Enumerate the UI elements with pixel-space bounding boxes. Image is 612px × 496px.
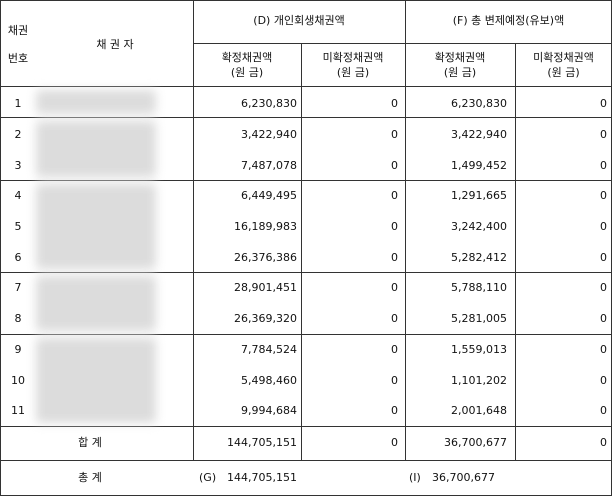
row-d-confirmed: 6,230,830 (241, 97, 297, 110)
row-f-confirmed: 1,101,202 (451, 374, 507, 387)
row-number: 11 (11, 404, 25, 417)
sum-top-line (0, 426, 612, 427)
total-label: 총 계 (78, 471, 102, 484)
row-number: 9 (14, 343, 22, 356)
header-group-f: (F) 총 변제예정(유보)액 (452, 14, 565, 27)
row-number: 7 (14, 281, 22, 294)
row-f-confirmed: 3,242,400 (451, 220, 507, 233)
row-f-unconfirmed: 0 (600, 189, 607, 202)
row-f-unconfirmed: 0 (600, 220, 607, 233)
sum-f-confirmed: 36,700,677 (444, 436, 507, 449)
row-f-confirmed: 2,001,648 (451, 404, 507, 417)
row-f-unconfirmed: 0 (600, 251, 607, 264)
header-no-line1: 채권 (7, 24, 29, 37)
redacted-creditor-name (36, 338, 156, 423)
row-d-unconfirmed: 0 (391, 97, 398, 110)
row-d-unconfirmed: 0 (391, 281, 398, 294)
redacted-creditor-name (36, 90, 156, 114)
row-d-unconfirmed: 0 (391, 128, 398, 141)
group-divider (0, 117, 612, 118)
row-f-confirmed: 5,282,412 (451, 251, 507, 264)
header-d-confirmed: 확정채권액 (221, 51, 273, 64)
total-top-line (0, 460, 612, 461)
row-number: 3 (14, 159, 22, 172)
row-d-confirmed: 28,901,451 (234, 281, 297, 294)
row-f-unconfirmed: 0 (600, 97, 607, 110)
header-bottom-line (0, 86, 612, 87)
row-d-unconfirmed: 0 (391, 189, 398, 202)
row-d-confirmed: 16,189,983 (234, 220, 297, 233)
group-divider (0, 272, 612, 273)
row-f-confirmed: 6,230,830 (451, 97, 507, 110)
row-d-unconfirmed: 0 (391, 404, 398, 417)
row-d-confirmed: 6,449,495 (241, 189, 297, 202)
header-group-d: (D) 개인회생채권액 (253, 14, 345, 27)
redacted-creditor-name (36, 121, 156, 177)
row-d-confirmed: 7,784,524 (241, 343, 297, 356)
header-creditor: 채 권 자 (96, 38, 134, 51)
row-d-unconfirmed: 0 (391, 343, 398, 356)
row-f-unconfirmed: 0 (600, 374, 607, 387)
row-d-unconfirmed: 0 (391, 220, 398, 233)
sum-d-unconfirmed: 0 (391, 436, 398, 449)
row-f-confirmed: 5,788,110 (451, 281, 507, 294)
creditor-table: 채권 번호 채 권 자 (D) 개인회생채권액 (F) 총 변제예정(유보)액 … (0, 0, 612, 496)
row-f-confirmed: 5,281,005 (451, 312, 507, 325)
row-f-unconfirmed: 0 (600, 312, 607, 325)
row-f-confirmed: 1,291,665 (451, 189, 507, 202)
row-number: 2 (14, 128, 22, 141)
row-d-confirmed: 26,376,386 (234, 251, 297, 264)
row-f-unconfirmed: 0 (600, 159, 607, 172)
row-d-confirmed: 26,369,320 (234, 312, 297, 325)
header-d-unconfirmed-principal: (원 금) (336, 66, 370, 79)
sum-f-unconfirmed: 0 (600, 436, 607, 449)
row-f-confirmed: 1,499,452 (451, 159, 507, 172)
row-number: 10 (11, 374, 25, 387)
header-f-confirmed-principal: (원 금) (443, 66, 477, 79)
row-number: 8 (14, 312, 22, 325)
sum-label: 합 계 (78, 436, 102, 449)
row-d-confirmed: 9,994,684 (241, 404, 297, 417)
header-f-confirmed: 확정채권액 (434, 51, 486, 64)
row-number: 6 (14, 251, 22, 264)
row-d-confirmed: 3,422,940 (241, 128, 297, 141)
row-d-unconfirmed: 0 (391, 159, 398, 172)
redacted-creditor-name (36, 184, 156, 269)
header-f-unconfirmed-principal: (원 금) (547, 66, 580, 79)
row-number: 4 (14, 189, 22, 202)
row-d-confirmed: 5,498,460 (241, 374, 297, 387)
group-divider (0, 180, 612, 181)
header-d-unconfirmed: 미확정채권액 (322, 51, 384, 64)
row-d-confirmed: 7,487,078 (241, 159, 297, 172)
row-d-unconfirmed: 0 (391, 312, 398, 325)
redacted-creditor-name (36, 276, 156, 331)
row-f-unconfirmed: 0 (600, 404, 607, 417)
row-f-confirmed: 1,559,013 (451, 343, 507, 356)
total-i-value: 36,700,677 (432, 471, 495, 484)
header-no-line2: 번호 (7, 52, 29, 65)
header-f-unconfirmed: 미확정채권액 (533, 51, 594, 64)
row-f-unconfirmed: 0 (600, 281, 607, 294)
row-d-unconfirmed: 0 (391, 251, 398, 264)
sum-d-confirmed: 144,705,151 (227, 436, 297, 449)
row-number: 5 (14, 220, 22, 233)
header-divider (193, 43, 612, 44)
row-f-confirmed: 3,422,940 (451, 128, 507, 141)
group-divider (0, 334, 612, 335)
row-f-unconfirmed: 0 (600, 343, 607, 356)
total-g-value: 144,705,151 (227, 471, 297, 484)
header-d-confirmed-principal: (원 금) (230, 66, 264, 79)
row-d-unconfirmed: 0 (391, 374, 398, 387)
row-number: 1 (14, 97, 22, 110)
row-f-unconfirmed: 0 (600, 128, 607, 141)
